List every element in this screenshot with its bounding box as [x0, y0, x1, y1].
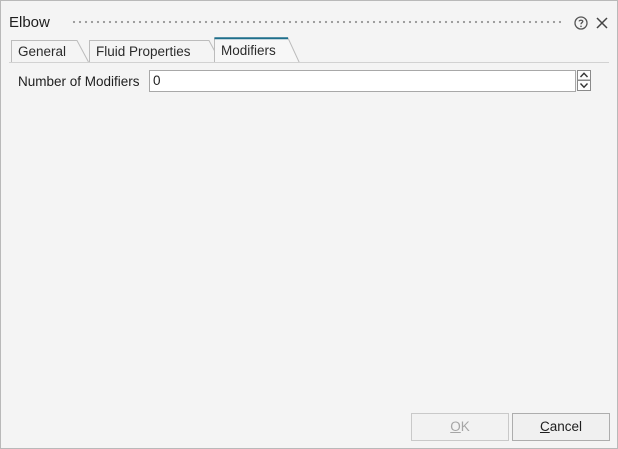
- tab-baseline: [9, 62, 609, 63]
- title-bar[interactable]: Elbow: [1, 1, 617, 37]
- ok-button[interactable]: OK: [411, 413, 509, 441]
- number-of-modifiers-spinner[interactable]: [577, 70, 591, 91]
- tab-general[interactable]: General: [11, 40, 89, 62]
- tab-fluid-properties-label: Fluid Properties: [96, 44, 191, 59]
- drag-grip[interactable]: [71, 19, 561, 25]
- help-icon[interactable]: [574, 16, 588, 30]
- number-of-modifiers-input[interactable]: 0: [149, 70, 576, 92]
- tab-general-label: General: [18, 44, 67, 59]
- number-of-modifiers-label: Number of Modifiers: [18, 74, 140, 89]
- tab-fluid-properties[interactable]: Fluid Properties: [89, 40, 221, 62]
- cancel-button[interactable]: Cancel: [512, 413, 610, 441]
- close-icon[interactable]: [595, 16, 609, 30]
- tab-modifiers[interactable]: Modifiers: [214, 37, 300, 63]
- ok-label-rest: K: [460, 419, 470, 434]
- cancel-mnemonic: C: [539, 419, 550, 434]
- tab-bar: General Fluid Properties Modifiers: [9, 37, 609, 63]
- ok-mnemonic: O: [450, 419, 461, 434]
- elbow-dialog: Elbow General Fluid Properties Modifiers…: [0, 0, 618, 449]
- number-of-modifiers-value: 0: [153, 73, 161, 88]
- dialog-title: Elbow: [9, 14, 50, 31]
- cancel-label-rest: ancel: [549, 419, 583, 434]
- tab-modifiers-label: Modifiers: [221, 43, 276, 58]
